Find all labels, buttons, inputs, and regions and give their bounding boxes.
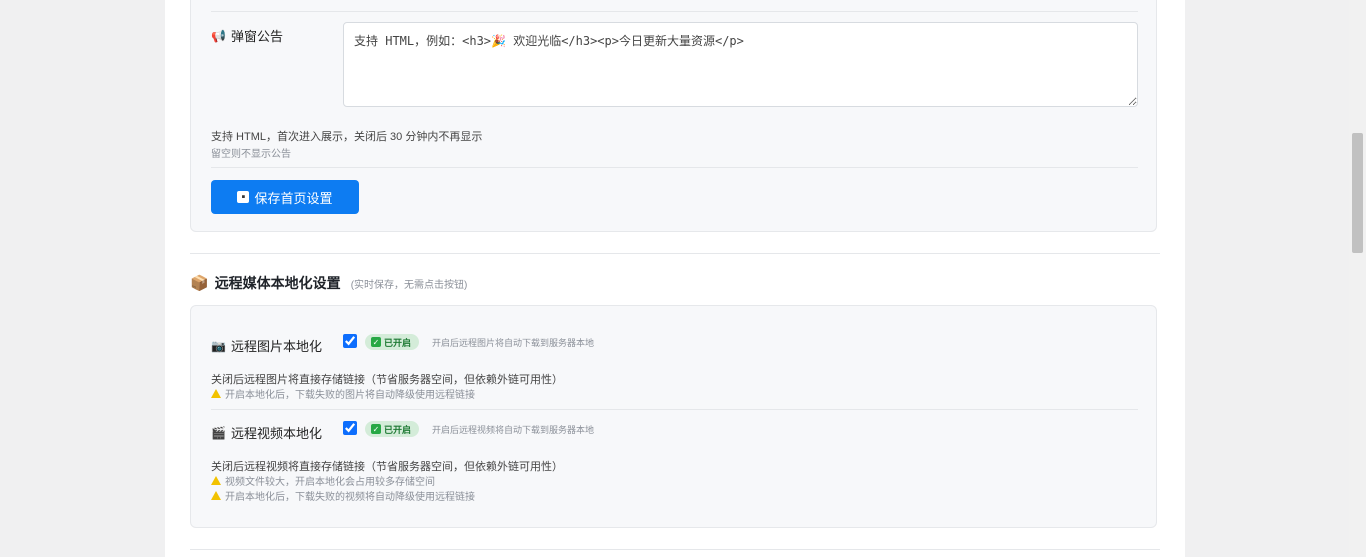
video-localization-help: 关闭后远程视频将直接存储链接（节省服务器空间，但依赖外链可用性） bbox=[211, 461, 563, 473]
megaphone-icon: 📢 bbox=[211, 28, 226, 43]
warning-icon bbox=[211, 491, 221, 500]
popup-help-text: 支持 HTML，首次进入展示，关闭后 30 分钟内不再显示 bbox=[211, 131, 483, 143]
video-warning-1: 视频文件较大，开启本地化会占用较多存储空间 bbox=[211, 473, 435, 488]
camera-icon: 📷 bbox=[211, 338, 226, 353]
divider bbox=[211, 11, 1138, 12]
image-warning-1: 开启本地化后，下载失败的图片将自动降级使用远程链接 bbox=[211, 386, 475, 401]
package-icon: 📦 bbox=[190, 275, 209, 292]
divider bbox=[211, 167, 1138, 168]
popup-sub-text: 留空则不显示公告 bbox=[211, 149, 291, 160]
warning-icon bbox=[211, 389, 221, 398]
image-status-badge: ✓ 已开启 bbox=[365, 334, 420, 350]
media-localization-card: 📷 远程图片本地化 ✓ 已开启 开启后远程图片将自动下载到服务器本地 关闭后远程… bbox=[190, 305, 1157, 528]
video-localization-label: 🎬 远程视频本地化 bbox=[211, 425, 322, 441]
scrollbar-thumb[interactable] bbox=[1352, 133, 1363, 253]
section-divider bbox=[190, 549, 1160, 550]
clapperboard-icon: 🎬 bbox=[211, 425, 226, 440]
popup-announcement-label: 📢 弹窗公告 bbox=[211, 28, 283, 44]
video-localization-checkbox[interactable] bbox=[343, 421, 357, 435]
image-localization-hint: 开启后远程图片将自动下载到服务器本地 bbox=[432, 338, 595, 348]
image-localization-checkbox[interactable] bbox=[343, 334, 357, 348]
save-homepage-settings-button[interactable]: ▪ 保存首页设置 bbox=[211, 180, 359, 214]
popup-announcement-textarea[interactable] bbox=[343, 22, 1138, 107]
media-localization-note: (实时保存，无需点击按钮) bbox=[350, 279, 468, 291]
floppy-disk-icon: ▪ bbox=[237, 191, 250, 203]
homepage-settings-card: 📢 弹窗公告 支持 HTML，首次进入展示，关闭后 30 分钟内不再显示 留空则… bbox=[190, 0, 1157, 232]
section-divider bbox=[190, 253, 1160, 254]
checkmark-icon: ✓ bbox=[371, 424, 381, 434]
video-status-badge: ✓ 已开启 bbox=[365, 421, 420, 437]
video-warning-2: 开启本地化后，下载失败的视频将自动降级使用远程链接 bbox=[211, 488, 475, 503]
warning-icon bbox=[211, 476, 221, 485]
divider bbox=[211, 409, 1138, 410]
vertical-scrollbar[interactable] bbox=[1349, 0, 1366, 557]
image-localization-label: 📷 远程图片本地化 bbox=[211, 338, 322, 354]
checkmark-icon: ✓ bbox=[371, 337, 381, 347]
video-localization-hint: 开启后远程视频将自动下载到服务器本地 bbox=[432, 425, 595, 435]
settings-page: 📢 弹窗公告 支持 HTML，首次进入展示，关闭后 30 分钟内不再显示 留空则… bbox=[165, 0, 1185, 557]
media-localization-title: 📦 远程媒体本地化设置 (实时保存，无需点击按钮) bbox=[190, 275, 468, 292]
image-localization-help: 关闭后远程图片将直接存储链接（节省服务器空间，但依赖外链可用性） bbox=[211, 374, 563, 386]
